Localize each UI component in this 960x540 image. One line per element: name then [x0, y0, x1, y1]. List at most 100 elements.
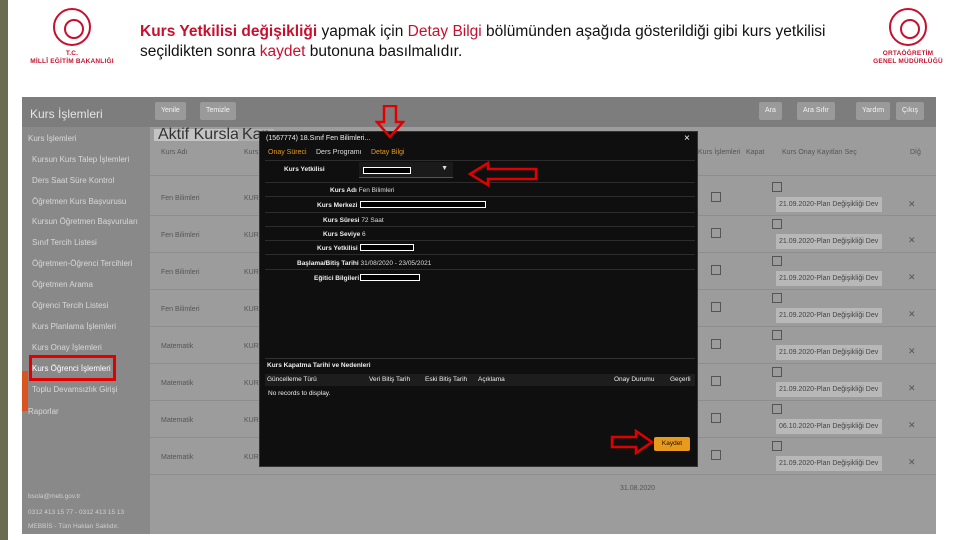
col-kurs-adi: Kurs Adı	[161, 149, 188, 156]
delete-icon[interactable]: ✕	[908, 420, 918, 430]
arrow-right-icon	[610, 429, 654, 455]
kurs-yetkilisi-label: Kurs Yetkilisi	[284, 166, 325, 173]
row-code: KUR	[244, 380, 259, 387]
tab-onay-sureci[interactable]: Onay Süreci	[268, 149, 307, 156]
print-icon[interactable]	[772, 182, 782, 192]
field-kurs-merkezi: Kurs Merkezi	[317, 202, 357, 209]
plan-dropdown[interactable]: 06.10.2020-Plan Değişikliği Dev	[776, 419, 882, 434]
sidebar-item-raporlar[interactable]: Raporlar	[28, 407, 59, 416]
plan-dropdown[interactable]: 21.09.2020-Plan Değişikliği Dev	[776, 382, 882, 397]
highlight-box-kurs-ogrenci	[29, 355, 116, 381]
field-value: Fen Bilimleri	[358, 187, 395, 194]
kurs-yetkilisi-select[interactable]: ▼	[359, 162, 453, 178]
plan-dropdown[interactable]: 21.09.2020-Plan Değişikliği Dev	[776, 345, 882, 360]
arrow-left-icon	[468, 161, 538, 187]
delete-icon[interactable]: ✕	[908, 235, 918, 245]
row-course: Matematik	[161, 454, 194, 461]
sidebar-item-ogretmen-basvurusu[interactable]: Öğretmen Kurs Başvurusu	[32, 197, 126, 206]
field-label: Kurs Yetkilisi	[317, 245, 358, 252]
delete-icon[interactable]: ✕	[908, 346, 918, 356]
search-button[interactable]: Ara	[759, 102, 782, 120]
sidebar-item-ogretmen-arama[interactable]: Öğretmen Arama	[32, 280, 93, 289]
arrow-down-icon	[375, 105, 405, 139]
edit-icon[interactable]	[711, 450, 721, 460]
ogm-logo-line1: ORTAÖĞRETİM	[882, 50, 934, 57]
last-row-date: 31.08.2020	[620, 485, 656, 492]
field-kurs-seviye: Kurs Seviye 6	[323, 231, 366, 238]
print-icon[interactable]	[772, 404, 782, 414]
save-button[interactable]: Kaydet	[654, 437, 690, 451]
field-label: Başlama/Bitiş Tarihi	[297, 260, 359, 267]
plan-dropdown[interactable]: 21.09.2020-Plan Değişikliği Dev	[776, 456, 882, 471]
col-kurs-onay-kayitlari: Kurs Onay Kayıtları Seç	[782, 149, 857, 156]
print-icon[interactable]	[772, 256, 782, 266]
sidebar-item-kursun-ogretmen[interactable]: Kursun Öğretmen Başvuruları	[32, 217, 138, 226]
modal-divider	[265, 254, 695, 255]
delete-icon[interactable]: ✕	[908, 199, 918, 209]
exit-button[interactable]: Çıkış	[896, 102, 924, 120]
edit-icon[interactable]	[711, 265, 721, 275]
chevron-down-icon: ▼	[441, 165, 448, 172]
print-icon[interactable]	[772, 330, 782, 340]
sidebar-item-ogrenci-tercih[interactable]: Öğrenci Tercih Listesi	[32, 301, 108, 310]
print-icon[interactable]	[772, 219, 782, 229]
sidebar: Kurs İşlemleri Kursun Kurs Talep İşlemle…	[22, 127, 150, 534]
col-kapat: Kapat	[746, 149, 765, 156]
sidebar-footer-email: bsola@meb.gov.tr	[28, 493, 81, 500]
plan-dropdown[interactable]: 21.09.2020-Plan Değişikliği Dev	[776, 197, 882, 212]
sidebar-item-kurs-planlama[interactable]: Kurs Planlama İşlemleri	[32, 322, 116, 331]
no-records-text: No records to display.	[268, 390, 331, 397]
row-code: KUR	[244, 417, 259, 424]
ogm-logo: ORTAÖĞRETİM GENEL MÜDÜRLÜĞÜ	[860, 8, 956, 66]
clear-button[interactable]: Temizle	[200, 102, 236, 120]
redacted-kurs-yetkilisi	[360, 244, 414, 251]
delete-icon[interactable]: ✕	[908, 457, 918, 467]
instruction-part5: kaydet	[259, 43, 306, 60]
edit-icon[interactable]	[711, 192, 721, 202]
edit-icon[interactable]	[711, 413, 721, 423]
print-icon[interactable]	[772, 441, 782, 451]
delete-icon[interactable]: ✕	[908, 309, 918, 319]
edit-icon[interactable]	[711, 228, 721, 238]
tab-detay-bilgi[interactable]: Detay Bilgi	[371, 149, 404, 156]
print-icon[interactable]	[772, 367, 782, 377]
instruction-text: Kurs Yetkilisi değişikliği yapmak için D…	[140, 22, 850, 62]
reset-search-button[interactable]: Ara Sıfır	[797, 102, 835, 120]
tab-ders-programi[interactable]: Ders Programı	[316, 149, 362, 156]
sidebar-footer-phone: 0312 413 15 77 - 0312 413 15 13	[28, 509, 125, 516]
edit-icon[interactable]	[711, 339, 721, 349]
modal-divider	[265, 240, 695, 241]
sidebar-item-kurs-talep[interactable]: Kursun Kurs Talep İşlemleri	[32, 155, 129, 164]
row-course: Fen Bilimleri	[161, 232, 200, 239]
delete-icon[interactable]: ✕	[908, 383, 918, 393]
edit-icon[interactable]	[711, 302, 721, 312]
active-indicator	[22, 371, 28, 411]
refresh-button[interactable]: Yenile	[155, 102, 186, 120]
field-label: Kurs Seviye	[323, 231, 361, 238]
sidebar-item-kurs-islemleri[interactable]: Kurs İşlemleri	[28, 134, 76, 143]
tab-aktif-kurslar[interactable]: Aktif Kurslar	[154, 127, 249, 143]
field-kurs-adi: Kurs Adı Fen Bilimleri	[330, 187, 394, 194]
sidebar-item-ders-saat[interactable]: Ders Saat Süre Kontrol	[32, 176, 114, 185]
sidebar-item-toplu-devamsizlik[interactable]: Toplu Devamsızlık Girişi	[32, 385, 117, 394]
sidebar-item-sinif-tercih[interactable]: Sınıf Tercih Listesi	[32, 238, 97, 247]
edit-icon[interactable]	[711, 376, 721, 386]
sidebar-footer-copyright: MEBBİS - Tüm Hakları Saklıdır.	[28, 523, 119, 530]
sidebar-item-kurs-onay[interactable]: Kurs Onay İşlemleri	[32, 343, 102, 352]
print-icon[interactable]	[772, 293, 782, 303]
row-code: KUR	[244, 343, 259, 350]
plan-dropdown[interactable]: 21.09.2020-Plan Değişikliği Dev	[776, 234, 882, 249]
plan-dropdown[interactable]: 21.09.2020-Plan Değişikliği Dev	[776, 308, 882, 323]
redacted-kurs-merkezi	[360, 201, 486, 208]
close-icon[interactable]: ×	[684, 133, 690, 144]
app-topbar: Kurs İşlemleri Yenile Temizle Ara Ara Sı…	[22, 97, 936, 127]
meb-logo-line2: MİLLÎ EĞİTİM BAKANLIĞI	[30, 58, 114, 65]
ogm-seal-icon	[889, 8, 927, 46]
row-course: Matematik	[161, 343, 194, 350]
help-button[interactable]: Yardım	[856, 102, 891, 120]
sidebar-item-ogretmen-ogrenci[interactable]: Öğretmen-Öğrenci Tercihleri	[32, 259, 132, 268]
kapatma-panel-title: Kurs Kapatma Tarihi ve Nedenleri	[267, 362, 371, 369]
field-value: 72 Saat	[361, 217, 384, 224]
delete-icon[interactable]: ✕	[908, 272, 918, 282]
plan-dropdown[interactable]: 21.09.2020-Plan Değişikliği Dev	[776, 271, 882, 286]
